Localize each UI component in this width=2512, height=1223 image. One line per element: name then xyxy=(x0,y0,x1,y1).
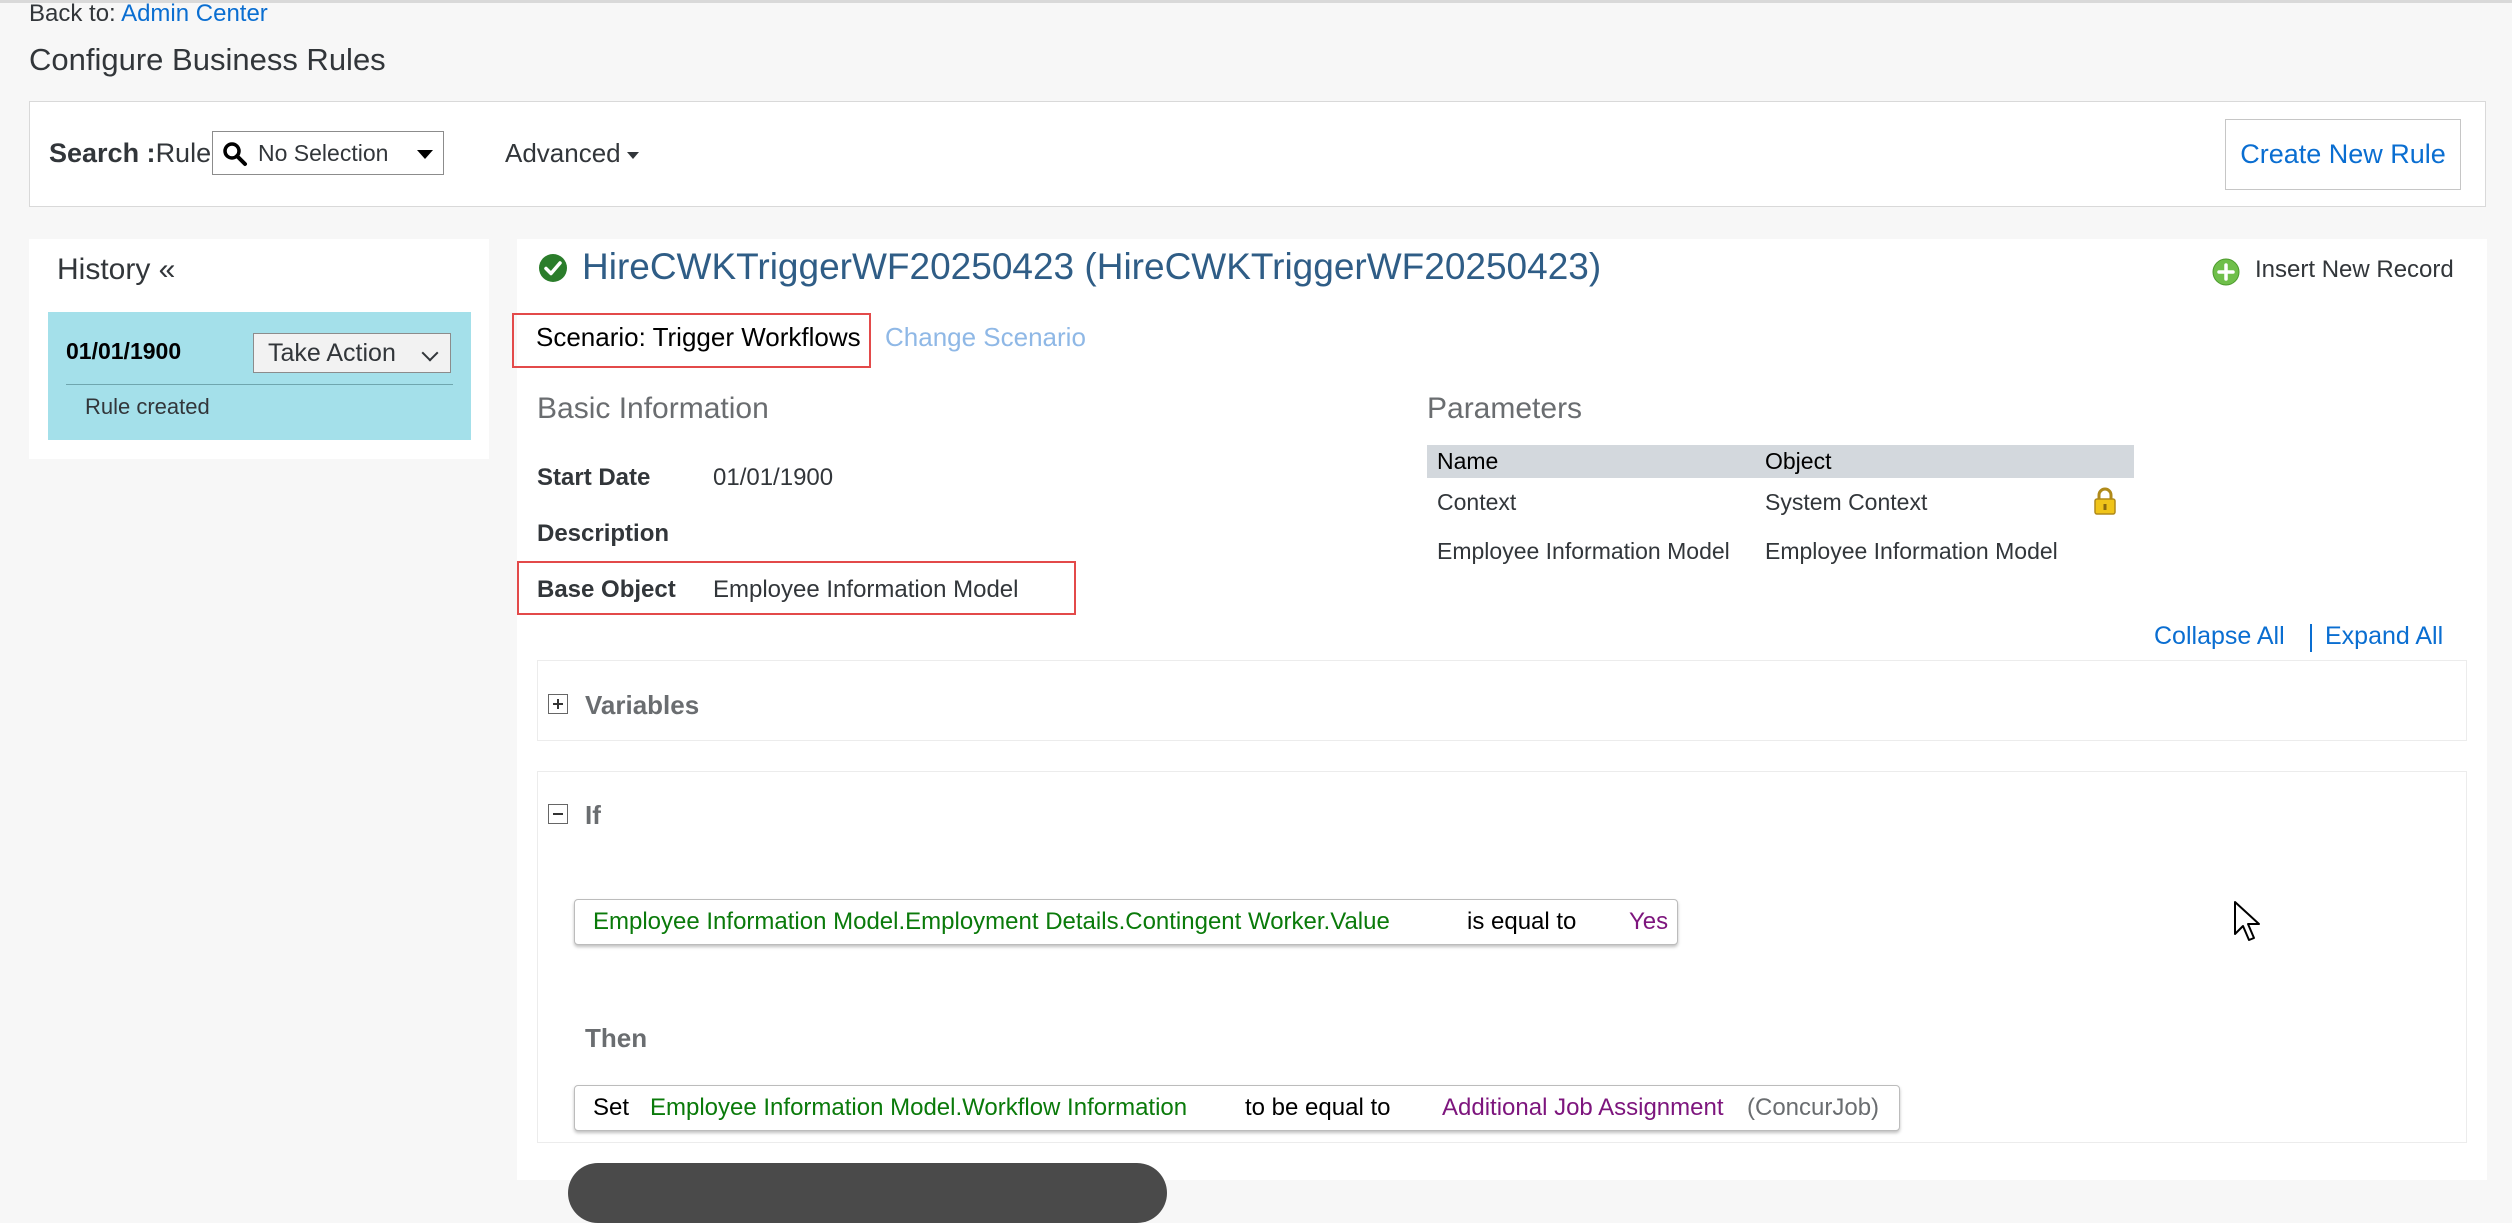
then-operator[interactable]: to be equal to xyxy=(1245,1094,1390,1122)
rule-select-value: No Selection xyxy=(258,140,389,166)
then-value-suffix: (ConcurJob) xyxy=(1747,1094,1880,1121)
chevron-down-icon xyxy=(421,344,439,362)
base-object-value: Employee Information Model xyxy=(713,576,1019,603)
history-title[interactable]: History « xyxy=(57,253,175,287)
advanced-dropdown[interactable]: Advanced xyxy=(505,138,639,169)
take-action-label: Take Action xyxy=(268,339,396,367)
parameters-table-header: Name Object xyxy=(1427,445,2134,478)
change-scenario-link[interactable]: Change Scenario xyxy=(885,322,1086,353)
dropdown-caret-icon xyxy=(417,150,433,159)
then-target-field[interactable]: Employee Information Model.Workflow Info… xyxy=(650,1094,1187,1122)
search-type: Rule xyxy=(155,138,212,168)
link-separator xyxy=(2310,624,2312,652)
history-entry-date: 01/01/1900 xyxy=(66,338,182,364)
insert-new-record-link[interactable]: Insert New Record xyxy=(2255,256,2454,284)
back-prefix: Back to: xyxy=(29,0,116,27)
param-name: Employee Information Model xyxy=(1437,538,1730,564)
start-date-label: Start Date xyxy=(537,464,651,491)
parameters-table: Name Object Context System Context Emplo… xyxy=(1427,445,2134,576)
expand-all-link[interactable]: Expand All xyxy=(2325,622,2443,651)
search-label-text: Search : xyxy=(49,138,156,168)
check-circle-icon xyxy=(539,254,567,282)
if-condition-expression[interactable]: Employee Information Model.Employment De… xyxy=(574,899,1678,945)
description-label: Description xyxy=(537,520,670,547)
history-divider xyxy=(66,384,453,385)
column-header-name: Name xyxy=(1437,448,1499,474)
param-object: Employee Information Model xyxy=(1765,538,2058,564)
condition-field[interactable]: Employee Information Model.Employment De… xyxy=(593,908,1390,936)
page-title: Configure Business Rules xyxy=(29,42,386,77)
table-row: Employee Information Model Employee Info… xyxy=(1427,527,2134,576)
if-label: If xyxy=(585,800,601,830)
history-entry xyxy=(48,312,471,440)
mouse-cursor-icon xyxy=(2234,901,2260,941)
search-icon xyxy=(223,142,247,166)
param-name: Context xyxy=(1437,489,1517,515)
variables-panel xyxy=(537,660,2467,741)
collapse-all-link[interactable]: Collapse All xyxy=(2154,622,2285,651)
rule-select[interactable]: No Selection xyxy=(212,131,444,175)
back-to: Back to: Admin Center xyxy=(29,0,268,28)
set-label: Set xyxy=(593,1094,630,1121)
parameters-heading: Parameters xyxy=(1427,392,1583,425)
lock-icon xyxy=(2094,487,2116,515)
condition-value[interactable]: Yes xyxy=(1629,908,1668,936)
condition-operator[interactable]: is equal to xyxy=(1467,908,1576,936)
expand-plus-icon[interactable] xyxy=(548,694,568,714)
start-date-value: 01/01/1900 xyxy=(713,464,834,491)
add-circle-icon[interactable] xyxy=(2212,258,2240,286)
then-action-expression[interactable]: Set Employee Information Model.Workflow … xyxy=(574,1085,1900,1131)
base-object-label: Base Object xyxy=(537,576,676,603)
rule-title: HireCWKTriggerWF20250423 (HireCWKTrigger… xyxy=(582,246,1602,287)
take-action-dropdown[interactable]: Take Action xyxy=(253,333,451,373)
floating-action-bar[interactable] xyxy=(568,1163,1167,1223)
collapse-minus-icon[interactable] xyxy=(548,804,568,824)
variables-label[interactable]: Variables xyxy=(585,690,699,721)
then-label: Then xyxy=(585,1023,648,1053)
scenario-label: Scenario: Trigger Workflows xyxy=(536,322,861,352)
param-object: System Context xyxy=(1765,489,1928,515)
create-new-rule-button[interactable]: Create New Rule xyxy=(2225,119,2461,190)
table-row: Context System Context xyxy=(1427,478,2134,527)
basic-info-heading: Basic Information xyxy=(537,392,769,425)
advanced-label: Advanced xyxy=(505,138,621,168)
column-header-object: Object xyxy=(1765,448,1832,474)
search-label: Search :Rule xyxy=(49,138,211,169)
top-border xyxy=(0,0,2512,3)
caret-down-icon xyxy=(626,151,639,159)
admin-center-link[interactable]: Admin Center xyxy=(121,0,268,27)
history-entry-note: Rule created xyxy=(85,394,210,419)
then-value[interactable]: Additional Job Assignment xyxy=(1442,1094,1724,1122)
